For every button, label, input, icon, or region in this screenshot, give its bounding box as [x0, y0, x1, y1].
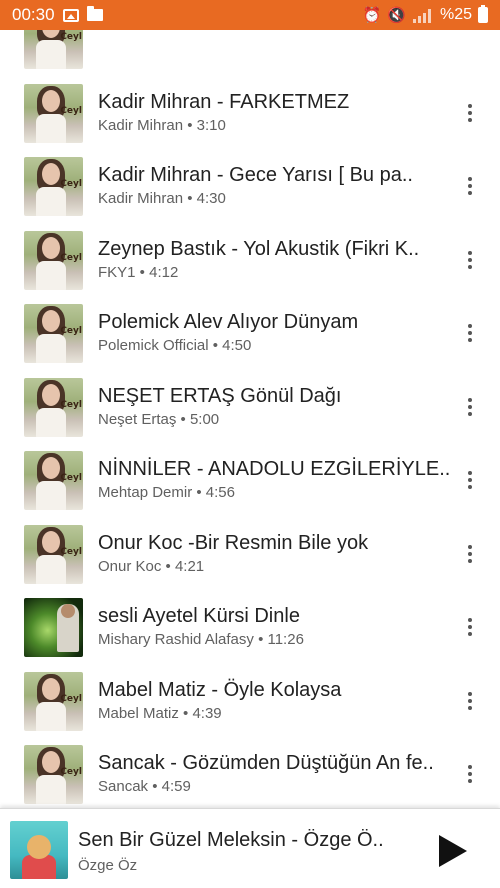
- track-meta: FKY1 • 4:12: [98, 264, 179, 281]
- track-thumbnail[interactable]: Ceyl: [24, 745, 83, 804]
- track-row[interactable]: Ceyl NEŞET ERTAŞ Gönül Dağı Neşet Ertaş • …: [0, 371, 500, 445]
- play-button[interactable]: [434, 833, 470, 869]
- thumbnail-brand: Ceyl: [60, 473, 82, 483]
- more-options-icon[interactable]: [460, 615, 480, 639]
- image-icon: [62, 8, 79, 22]
- more-options-icon[interactable]: [460, 321, 480, 345]
- track-meta: Mabel Matiz • 4:39: [98, 705, 222, 722]
- track-meta: Sancak • 4:59: [98, 778, 191, 795]
- thumbnail-brand: Ceyl: [60, 547, 82, 557]
- play-icon: [439, 835, 467, 867]
- now-playing-artist: Özge Öz: [78, 857, 138, 874]
- track-thumbnail[interactable]: Ceyl: [24, 84, 83, 143]
- track-title[interactable]: NEŞET ERTAŞ Gönül Dağı: [98, 384, 454, 408]
- track-row[interactable]: Ceyl Sancak - Gözümden Düştüğün An fe.. Sa…: [0, 738, 500, 808]
- thumbnail-brand: Ceyl: [60, 253, 82, 263]
- track-thumbnail[interactable]: Ceyl: [24, 451, 83, 510]
- track-title[interactable]: Sancak - Gözümden Düştüğün An fe..: [98, 751, 454, 775]
- track-title[interactable]: Mabel Matiz - Öyle Kolaysa: [98, 678, 454, 702]
- status-time: 00:30: [12, 5, 55, 24]
- track-row[interactable]: Ceyl Zeynep Bastık - Yol Akustik (Fikri K…: [0, 224, 500, 298]
- track-thumbnail[interactable]: Ceyl: [24, 157, 83, 216]
- thumbnail-brand: Ceyl: [60, 400, 82, 410]
- track-meta: Kadir Mihran • 3:10: [98, 117, 226, 134]
- track-row[interactable]: sesli Ayetel Kürsi Dinle Mishary Rashid A…: [0, 591, 500, 665]
- track-list: CeylÇay House • 21:27CeylKadir Mihran - …: [0, 0, 500, 808]
- mute-icon: 🔇: [387, 6, 406, 24]
- more-options-icon[interactable]: [460, 174, 480, 198]
- mini-player[interactable]: Sen Bir Güzel Meleksin - Özge Ö.. Özge Ö…: [0, 808, 500, 888]
- track-meta: Mehtap Demir • 4:56: [98, 484, 235, 501]
- folder-icon: [86, 6, 103, 21]
- thumbnail-brand: Ceyl: [60, 179, 82, 189]
- more-options-icon[interactable]: [460, 468, 480, 492]
- battery-icon: [478, 5, 488, 23]
- thumbnail-brand: Ceyl: [60, 326, 82, 336]
- track-title[interactable]: Zeynep Bastık - Yol Akustik (Fikri K..: [98, 237, 454, 261]
- track-title[interactable]: sesli Ayetel Kürsi Dinle: [98, 604, 454, 628]
- thumbnail-brand: Ceyl: [60, 32, 82, 42]
- signal-icon: [412, 9, 431, 23]
- thumbnail-brand: Ceyl: [60, 767, 82, 777]
- track-row[interactable]: Ceyl Polemick Alev Alıyor Dünyam Polemick …: [0, 297, 500, 371]
- track-meta: Mishary Rashid Alafasy • 11:26: [98, 631, 304, 648]
- more-options-icon[interactable]: [460, 762, 480, 786]
- more-options-icon[interactable]: [460, 395, 480, 419]
- track-title[interactable]: NİNNİLER - ANADOLU EZGİLERİYLE..: [98, 457, 454, 481]
- more-options-icon[interactable]: [460, 542, 480, 566]
- thumbnail-brand: Ceyl: [60, 694, 82, 704]
- track-row[interactable]: Ceyl Mabel Matiz - Öyle Kolaysa Mabel Mati…: [0, 665, 500, 739]
- track-row[interactable]: Ceyl Kadir Mihran - Gece Yarısı [ Bu pa..…: [0, 150, 500, 224]
- now-playing-title[interactable]: Sen Bir Güzel Meleksin - Özge Ö..: [78, 829, 398, 852]
- more-options-icon[interactable]: [460, 689, 480, 713]
- now-playing-thumbnail[interactable]: [10, 821, 68, 879]
- track-thumbnail[interactable]: [24, 598, 83, 657]
- more-options-icon[interactable]: [460, 248, 480, 272]
- track-row[interactable]: Ceyl NİNNİLER - ANADOLU EZGİLERİYLE.. Meht…: [0, 444, 500, 518]
- battery-percent: %25: [439, 6, 472, 23]
- track-title[interactable]: Polemick Alev Alıyor Dünyam: [98, 310, 454, 334]
- more-options-icon[interactable]: [460, 101, 480, 125]
- status-bar: 00:30 ⏰ 🔇 %25: [0, 0, 500, 30]
- track-thumbnail[interactable]: Ceyl: [24, 378, 83, 437]
- track-row[interactable]: Ceyl Kadir Mihran - FARKETMEZ Kadir Mihran…: [0, 77, 500, 151]
- track-row[interactable]: Ceyl Onur Koc -Bir Resmin Bile yok Onur Ko…: [0, 518, 500, 592]
- track-meta: Onur Koc • 4:21: [98, 558, 205, 575]
- thumbnail-brand: Ceyl: [60, 106, 82, 116]
- alarm-icon: ⏰: [362, 6, 382, 24]
- track-thumbnail[interactable]: Ceyl: [24, 672, 83, 731]
- track-title[interactable]: Onur Koc -Bir Resmin Bile yok: [98, 531, 454, 555]
- track-title[interactable]: Kadir Mihran - Gece Yarısı [ Bu pa..: [98, 163, 454, 187]
- track-thumbnail[interactable]: Ceyl: [24, 231, 83, 290]
- track-meta: Polemick Official • 4:50: [98, 337, 252, 354]
- track-thumbnail[interactable]: Ceyl: [24, 525, 83, 584]
- track-thumbnail[interactable]: Ceyl: [24, 304, 83, 363]
- track-meta: Kadir Mihran • 4:30: [98, 190, 226, 207]
- track-title[interactable]: Kadir Mihran - FARKETMEZ: [98, 90, 454, 114]
- track-meta: Neşet Ertaş • 5:00: [98, 411, 220, 428]
